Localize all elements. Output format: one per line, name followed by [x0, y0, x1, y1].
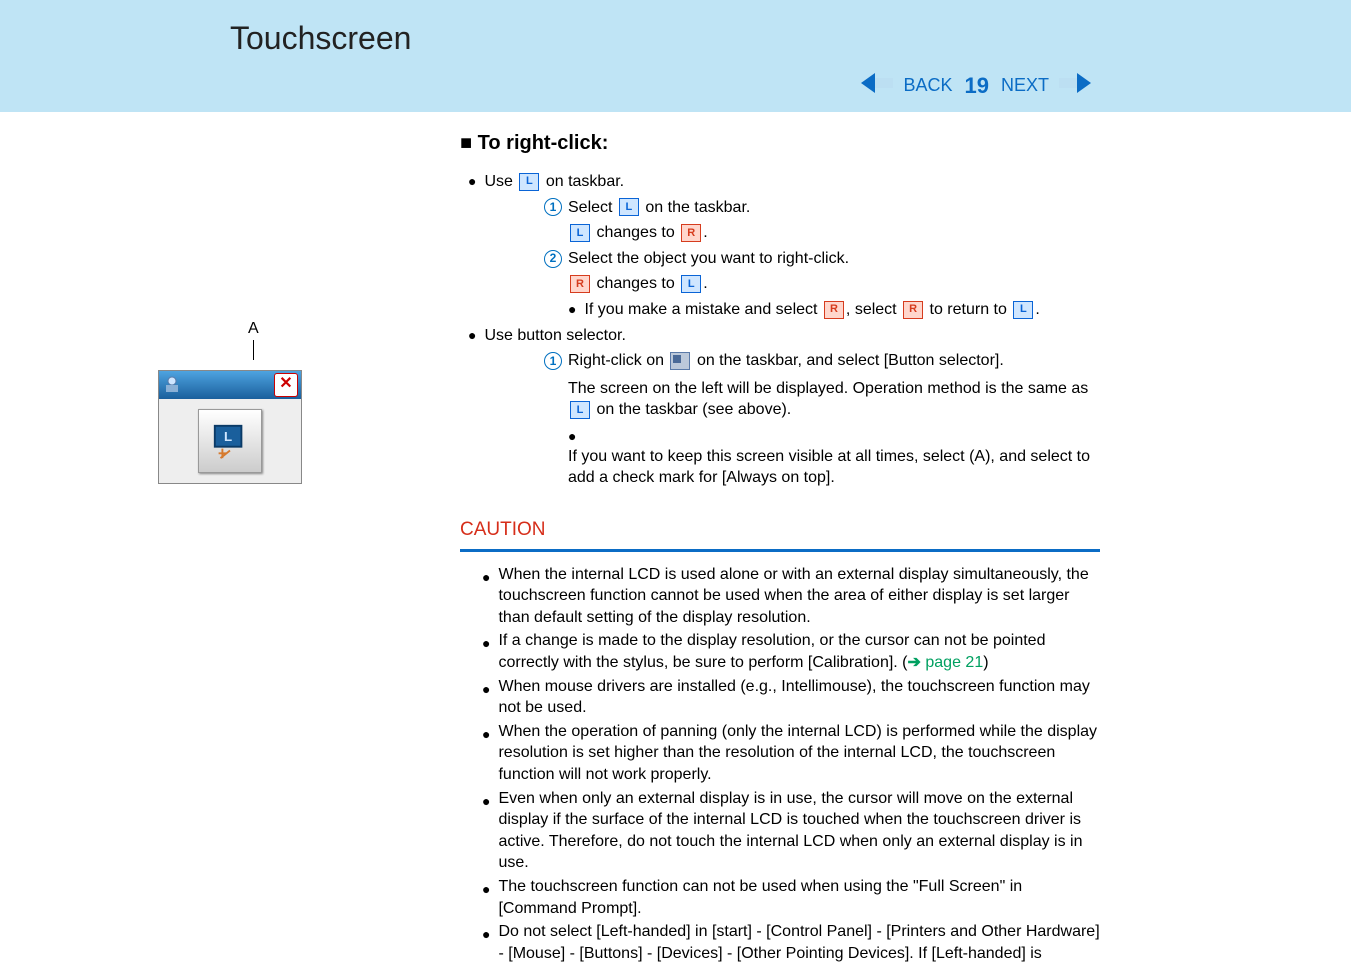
bullet-icon: ●	[482, 792, 490, 874]
l-icon: L	[570, 401, 590, 419]
text: When the internal LCD is used alone or w…	[498, 564, 1100, 629]
text: When mouse drivers are installed (e.g., …	[498, 676, 1100, 719]
bullet-icon: ●	[482, 725, 490, 786]
bullet-icon: ●	[568, 427, 576, 446]
caution-item: ● Even when only an external display is …	[482, 788, 1100, 874]
l-icon: L	[619, 198, 639, 216]
text: Select the object you want to right-clic…	[568, 248, 849, 270]
page-header: Touchscreen BACK 19 NEXT	[0, 0, 1351, 112]
caution-rule	[460, 549, 1100, 552]
next-link[interactable]: NEXT	[1001, 75, 1049, 96]
bullet-icon: ●	[568, 300, 576, 319]
caution-heading: CAUTION	[460, 517, 1100, 543]
l-icon: L	[1013, 301, 1033, 319]
app-icon	[162, 375, 182, 395]
caution-item: ● If a change is made to the display res…	[482, 630, 1100, 673]
link-arrow-icon: ➔	[908, 654, 921, 671]
step-1-rc: 1 Right-click on on the taskbar, and sel…	[544, 350, 1100, 372]
text: on the taskbar, and select [Button selec…	[697, 350, 1004, 372]
left-column: A ✕ L	[0, 130, 460, 966]
text: Select	[568, 197, 612, 219]
text: , select	[846, 299, 897, 321]
window-body: L	[159, 399, 301, 483]
text: on taskbar.	[546, 171, 624, 193]
content-area: A ✕ L ■ To right-	[0, 112, 1351, 966]
always-on-top-note: ● If you want to keep this screen visibl…	[568, 427, 1100, 489]
caution-item: ● Do not select [Left-handed] in [start]…	[482, 921, 1100, 964]
bullet-icon: ●	[482, 634, 490, 673]
text: When the operation of panning (only the …	[498, 721, 1100, 786]
period: .	[1035, 299, 1039, 321]
text: The touchscreen function can not be used…	[498, 876, 1100, 919]
period: .	[703, 222, 707, 244]
text: Right-click on	[568, 350, 664, 372]
text: changes to	[596, 222, 674, 244]
main-column: ■ To right-click: ● Use L on taskbar. 1 …	[460, 130, 1100, 966]
step-1-result: L changes to R.	[568, 222, 1100, 244]
text: If a change is made to the display resol…	[498, 630, 1100, 673]
callout-a-line	[253, 340, 254, 360]
caution-list: ● When the internal LCD is used alone or…	[482, 564, 1100, 965]
bullet-icon: ●	[468, 172, 476, 191]
close-icon[interactable]: ✕	[274, 373, 298, 397]
window-titlebar: ✕	[159, 371, 301, 399]
r-icon: R	[681, 224, 701, 242]
page-title: Touchscreen	[230, 20, 411, 56]
bullet-icon: ●	[468, 326, 476, 345]
caution-item: ● When the operation of panning (only th…	[482, 721, 1100, 786]
text: Do not select [Left-handed] in [start] -…	[498, 921, 1100, 964]
text: If you want to keep this screen visible …	[568, 446, 1100, 489]
page-number: 19	[965, 73, 989, 99]
back-arrow-icon[interactable]	[861, 71, 895, 100]
bullet-use-button-selector: ● Use button selector.	[468, 325, 1100, 347]
heading-marker: ■	[460, 132, 472, 154]
text: to return to	[930, 299, 1007, 321]
button-selector-window: ✕ L	[158, 370, 302, 484]
text: changes to	[596, 273, 674, 295]
step-2: 2 Select the object you want to right-cl…	[544, 248, 1100, 270]
l-icon: L	[519, 173, 539, 191]
l-icon: L	[681, 275, 701, 293]
taskbar-steps: 1 Select L on the taskbar. L changes to …	[544, 197, 1100, 321]
l-icon: L	[570, 224, 590, 242]
text: The screen on the left will be displayed…	[568, 380, 1088, 397]
bullet-icon: ●	[482, 925, 490, 964]
text: on the taskbar (see above).	[596, 401, 791, 418]
mistake-note: ● If you make a mistake and select R , s…	[568, 299, 1100, 321]
text: Use	[484, 171, 512, 193]
step-2-result: R changes to L.	[568, 273, 1100, 295]
heading-text: To right-click:	[478, 132, 609, 154]
screen-note: The screen on the left will be displayed…	[568, 378, 1100, 421]
step-number-1-icon: 1	[544, 352, 562, 370]
big-l-button[interactable]: L	[198, 409, 262, 473]
bullet-icon: ●	[482, 568, 490, 629]
next-arrow-icon[interactable]	[1057, 71, 1091, 100]
step-number-2-icon: 2	[544, 250, 562, 268]
text: on the taskbar.	[645, 197, 750, 219]
caution-item: ● When the internal LCD is used alone or…	[482, 564, 1100, 629]
callout-a-label: A	[248, 320, 259, 338]
text: If you make a mistake and select	[584, 299, 817, 321]
r-icon: R	[824, 301, 844, 319]
button-selector-steps: 1 Right-click on on the taskbar, and sel…	[544, 350, 1100, 489]
r-icon: R	[570, 275, 590, 293]
page-link[interactable]: page 21	[925, 654, 983, 671]
caution-item: ● The touchscreen function can not be us…	[482, 876, 1100, 919]
step-number-1-icon: 1	[544, 198, 562, 216]
text: Even when only an external display is in…	[498, 788, 1100, 874]
taskbar-gray-icon	[670, 352, 690, 370]
section-heading: ■ To right-click:	[460, 130, 1100, 157]
svg-text:L: L	[224, 429, 232, 444]
text: Use button selector.	[484, 325, 625, 347]
period: .	[703, 273, 707, 295]
r-icon: R	[903, 301, 923, 319]
caution-item: ● When mouse drivers are installed (e.g.…	[482, 676, 1100, 719]
bullet-use-taskbar: ● Use L on taskbar.	[468, 171, 1100, 193]
back-link[interactable]: BACK	[903, 75, 952, 96]
bullet-icon: ●	[482, 680, 490, 719]
step-1: 1 Select L on the taskbar.	[544, 197, 1100, 219]
bullet-icon: ●	[482, 880, 490, 919]
page-nav: BACK 19 NEXT	[861, 71, 1091, 100]
